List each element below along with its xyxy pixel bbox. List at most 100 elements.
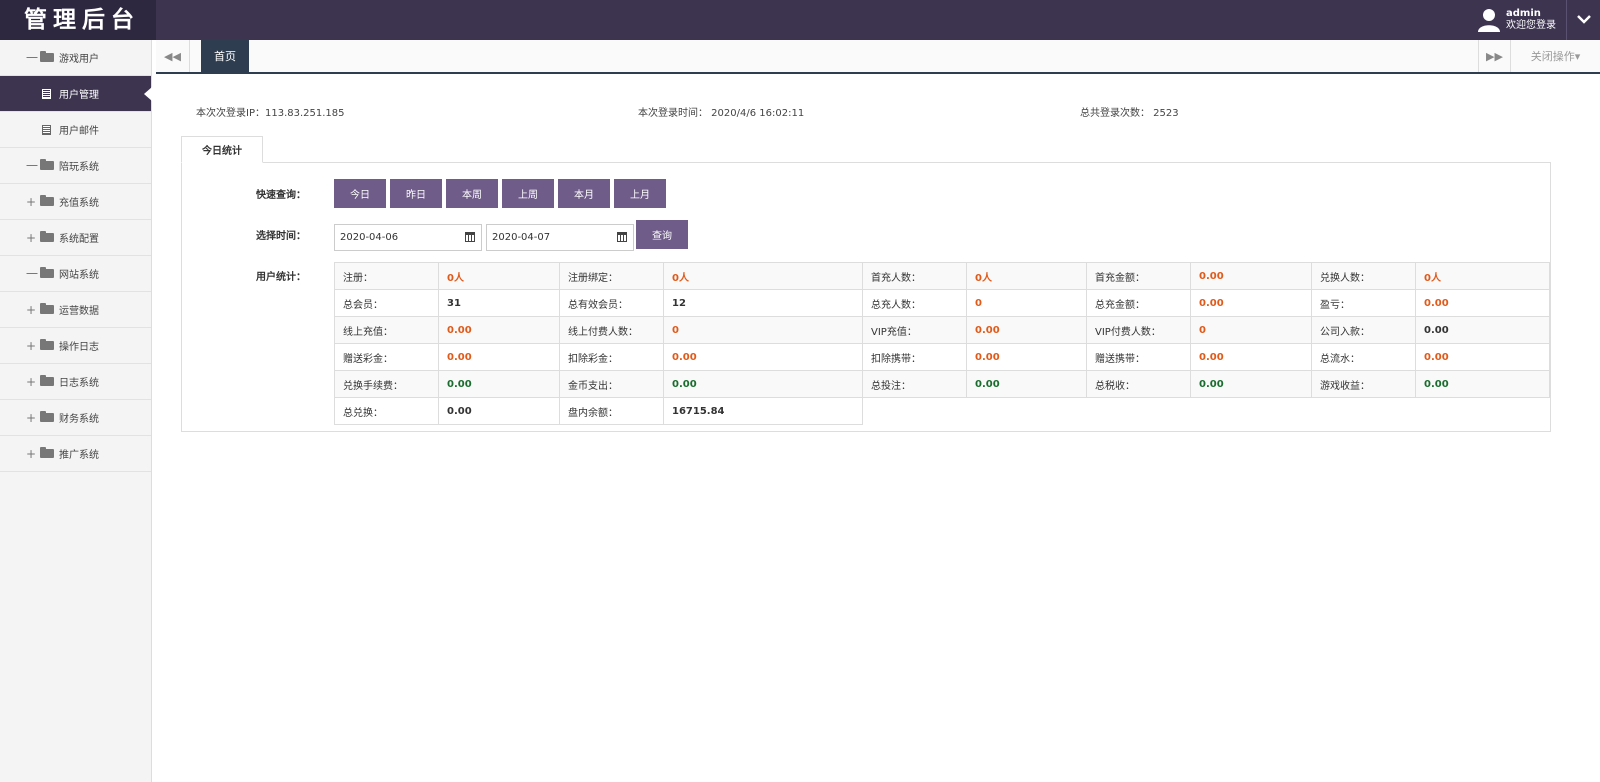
document-icon [42,124,51,135]
quick-query-label: 快速查询： [256,190,306,201]
expand-icon[interactable]: + [26,411,38,425]
tab-bar: ◀◀ 首页 ▶▶ 关闭操作▾ [156,40,1600,74]
stat-label: 赠送携带： [1086,343,1191,371]
table-row: 兑换手续费： 0.00 金币支出： 0.00 总投注： 0.00 总税收： 0.00 游戏收益：… [334,370,1550,398]
top-bar: 管理后台 admin 欢迎您登录 [0,0,1600,40]
stat-value: 0.00 [1190,370,1312,398]
sidebar-item[interactable]: + 财务系统 [0,400,151,436]
stat-value: 31 [438,289,560,317]
expand-icon[interactable]: + [26,195,38,209]
sidebar-item[interactable]: + 系统配置 [0,220,151,256]
collapse-icon[interactable]: 一 [26,265,38,282]
stat-value: 0.00 [663,370,863,398]
table-row: 总兑换： 0.00 盘内余额： 16715.84 [334,397,1550,425]
stat-label: 总兑换： [334,397,439,425]
stat-value: 0.00 [1190,262,1312,290]
quick-query-button[interactable]: 上周 [502,179,554,208]
close-operations-dropdown[interactable]: 关闭操作▾ [1510,40,1600,72]
quick-query-button[interactable]: 今日 [334,179,386,208]
chevron-down-icon [1576,14,1591,27]
stats-table: 注册： 0人 注册绑定： 0人 首充人数： 0人 首充金额： 0.00 兑换人数： 0人 总会员： 3… [334,262,1550,425]
expand-icon[interactable]: + [26,303,38,317]
expand-icon[interactable]: + [26,447,38,461]
expand-icon[interactable]: + [26,375,38,389]
user-stats-label: 用户统计： [256,272,306,283]
sidebar-item-label: 游戏用户 [59,54,99,65]
stat-value: 0.00 [966,343,1087,371]
tab-today-stats[interactable]: 今日统计 [181,136,263,163]
username: admin [1506,8,1541,19]
sidebar-item-label: 网站系统 [59,270,99,281]
expand-icon[interactable]: + [26,339,38,353]
sidebar-item[interactable]: 用户管理 [0,76,152,112]
search-button[interactable]: 查询 [636,220,688,249]
expand-icon[interactable]: + [26,231,38,245]
date-to-input[interactable]: 2020-04-07 [486,224,634,251]
stat-label: 首充人数： [862,262,967,290]
stat-label: 线上付费人数： [559,316,664,344]
document-icon [42,88,51,99]
quick-query-button[interactable]: 本月 [558,179,610,208]
sidebar-item[interactable]: 一 陪玩系统 [0,148,151,184]
collapse-icon[interactable]: 一 [26,49,38,66]
stat-value: 0.00 [663,343,863,371]
sidebar-item[interactable]: + 充值系统 [0,184,151,220]
sidebar-item[interactable]: + 日志系统 [0,364,151,400]
sidebar-item-label: 运营数据 [59,306,99,317]
quick-query-button[interactable]: 昨日 [390,179,442,208]
tab-scroll-right-button[interactable]: ▶▶ [1478,40,1510,72]
date-from-input[interactable]: 2020-04-06 [334,224,482,251]
sidebar-item-label: 财务系统 [59,414,99,425]
calendar-icon[interactable] [617,232,627,242]
user-dropdown-button[interactable] [1566,0,1600,40]
stat-value: 0人 [438,262,560,290]
stat-value: 0.00 [438,343,560,371]
stat-value: 0人 [663,262,863,290]
stat-label: 注册： [334,262,439,290]
user-menu[interactable]: admin 欢迎您登录 [1478,6,1556,34]
stat-label: 赠送彩金： [334,343,439,371]
folder-icon [40,51,54,62]
stat-label: 总流水： [1311,343,1416,371]
app-logo: 管理后台 [0,0,156,40]
folder-icon [40,195,54,206]
stat-value: 0.00 [1190,343,1312,371]
quick-query-button[interactable]: 上月 [614,179,666,208]
sidebar-item-label: 推广系统 [59,450,99,461]
sidebar-item[interactable]: 一 游戏用户 [0,40,151,76]
stat-label: 总有效会员： [559,289,664,317]
user-avatar-icon [1478,8,1500,32]
panel-tabs: 今日统计 [181,136,263,163]
login-ip: 本次次登录IP：113.83.251.185 [196,108,345,119]
stat-label: 总充人数： [862,289,967,317]
sidebar-item-label: 用户管理 [59,90,99,101]
stat-value: 0 [663,316,863,344]
stats-panel: 快速查询： 今日 昨日 本周 上周 本月 上月 选择时间： 2020-04-06 2020… [181,162,1551,432]
folder-icon [40,159,54,170]
stat-label: 总投注： [862,370,967,398]
sidebar-item[interactable]: 用户邮件 [0,112,151,148]
table-row: 总会员： 31 总有效会员： 12 总充人数： 0 总充金额： 0.00 盈亏： 0.00 [334,289,1550,317]
welcome-text: 欢迎您登录 [1506,20,1556,31]
stat-label: 兑换手续费： [334,370,439,398]
stat-value: 0人 [1415,262,1550,290]
table-row: 赠送彩金： 0.00 扣除彩金： 0.00 扣除携带： 0.00 赠送携带： 0.00 总流水：… [334,343,1550,371]
sidebar-nav: 一游戏用户 用户管理 用户邮件一陪玩系统 + 充值系统 + 系统配置一网站系统 + 运营数据 + 操… [0,40,152,472]
sidebar-item[interactable]: + 推广系统 [0,436,151,472]
sidebar-item[interactable]: 一 网站系统 [0,256,151,292]
calendar-icon[interactable] [465,232,475,242]
tab-home[interactable]: 首页 [201,40,249,72]
stat-value: 0.00 [1415,370,1550,398]
tab-scroll-left-button[interactable]: ◀◀ [156,40,190,72]
double-right-icon: ▶▶ [1486,49,1503,63]
double-left-icon: ◀◀ [164,49,181,63]
stat-label: 总会员： [334,289,439,317]
sidebar-item[interactable]: + 运营数据 [0,292,151,328]
stat-label: 盈亏： [1311,289,1416,317]
stat-value: 0人 [966,262,1087,290]
sidebar-item[interactable]: + 操作日志 [0,328,151,364]
empty-cell [862,397,1550,425]
quick-query-button[interactable]: 本周 [446,179,498,208]
folder-icon [40,447,54,458]
collapse-icon[interactable]: 一 [26,157,38,174]
